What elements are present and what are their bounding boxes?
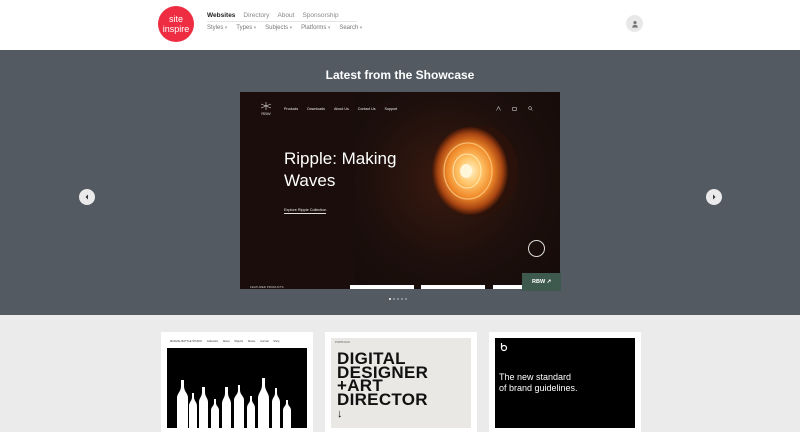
- nav-about[interactable]: About: [277, 12, 294, 19]
- slide-product-card: [350, 285, 414, 289]
- slide-nav-item: Products: [284, 107, 299, 111]
- nav-styles-dropdown[interactable]: Styles: [207, 25, 227, 31]
- slide-nav-item: Support: [384, 107, 398, 111]
- logo-line-1: site: [168, 14, 183, 24]
- chevron-right-icon: [713, 194, 716, 200]
- carousel-dot[interactable]: [393, 298, 395, 300]
- user-icon: [631, 20, 638, 28]
- carousel-dot[interactable]: [405, 298, 407, 300]
- website-card[interactable]: PORTFOLIO DIGITAL DESIGNER +ART DIRECTOR…: [325, 332, 477, 432]
- carousel-dots: [389, 298, 407, 300]
- carousel-dot[interactable]: [397, 298, 399, 300]
- slide-headline: Ripple: Making Waves: [284, 149, 397, 190]
- slide-nav: Products Downloads About Us Contact Us S…: [284, 107, 397, 111]
- slide-header-icons: [496, 106, 533, 111]
- website-thumbnail: The new standard of brand guidelines.: [495, 338, 635, 428]
- slide-cta-link: Explore Ripple Collection: [284, 208, 327, 214]
- carousel-dot[interactable]: [401, 298, 403, 300]
- website-card[interactable]: The new standard of brand guidelines.: [489, 332, 641, 432]
- slide-account-icon: [496, 106, 501, 111]
- carousel-next-button[interactable]: [706, 189, 722, 205]
- lamp-product-image: [432, 125, 518, 217]
- slide-nav-item: About Us: [333, 107, 349, 111]
- nav-divider: [207, 21, 357, 22]
- showcase-slide[interactable]: RBW Products Downloads About Us Contact …: [240, 92, 560, 289]
- website-thumbnail: MANUAL BOTTLE STUDIO Collection About Ob…: [167, 338, 307, 428]
- slide-nav-item: Contact Us: [357, 107, 376, 111]
- slide-site-logo: RBW: [258, 102, 274, 116]
- thumbnail-arrow: ↓: [337, 408, 343, 420]
- nav-directory[interactable]: Directory: [243, 12, 269, 19]
- website-thumbnail: PORTFOLIO DIGITAL DESIGNER +ART DIRECTOR…: [331, 338, 471, 428]
- thumbnail-top-label: PORTFOLIO: [335, 341, 350, 344]
- rbw-logo-icon: [260, 102, 272, 110]
- slide-logo-text: RBW: [261, 111, 271, 116]
- user-account-button[interactable]: [626, 15, 643, 32]
- slide-product-card: [421, 285, 485, 289]
- primary-nav: Websites Directory About Sponsorship: [207, 12, 339, 19]
- showcase-title: Latest from the Showcase: [325, 68, 475, 82]
- carousel-prev-button[interactable]: [79, 189, 95, 205]
- nav-types-dropdown[interactable]: Types: [236, 25, 256, 31]
- thumbnail-headline: DIGITAL DESIGNER +ART DIRECTOR: [337, 349, 429, 409]
- slide-cart-icon: [512, 107, 517, 111]
- slide-circle-button: [528, 240, 545, 257]
- carousel-dot[interactable]: [389, 298, 391, 300]
- slide-nav-item: Downloads: [307, 107, 325, 111]
- slide-search-icon: [528, 106, 533, 111]
- nav-websites[interactable]: Websites: [207, 12, 235, 19]
- logo-line-2: inspire: [162, 24, 190, 34]
- slide-product-card: [493, 285, 523, 289]
- website-card[interactable]: MANUAL BOTTLE STUDIO Collection About Ob…: [161, 332, 313, 432]
- site-header: site inspire Websites Directory About Sp…: [0, 0, 800, 50]
- site-badge[interactable]: RBW ↗: [522, 273, 561, 291]
- bottles-illustration: [177, 378, 291, 428]
- slide-bottom-label: FEATURED PRODUCTS: [250, 285, 284, 289]
- brand-mark-icon: [500, 343, 508, 352]
- nav-search-dropdown[interactable]: Search: [339, 25, 362, 31]
- nav-subjects-dropdown[interactable]: Subjects: [265, 25, 292, 31]
- thumbnail-headline: The new standard of brand guidelines.: [499, 372, 578, 393]
- siteinspire-logo[interactable]: site inspire: [158, 6, 194, 42]
- chevron-left-icon: [85, 194, 88, 200]
- secondary-nav: Styles Types Subjects Platforms Search: [207, 25, 362, 31]
- nav-platforms-dropdown[interactable]: Platforms: [301, 25, 330, 31]
- nav-sponsorship[interactable]: Sponsorship: [302, 12, 338, 19]
